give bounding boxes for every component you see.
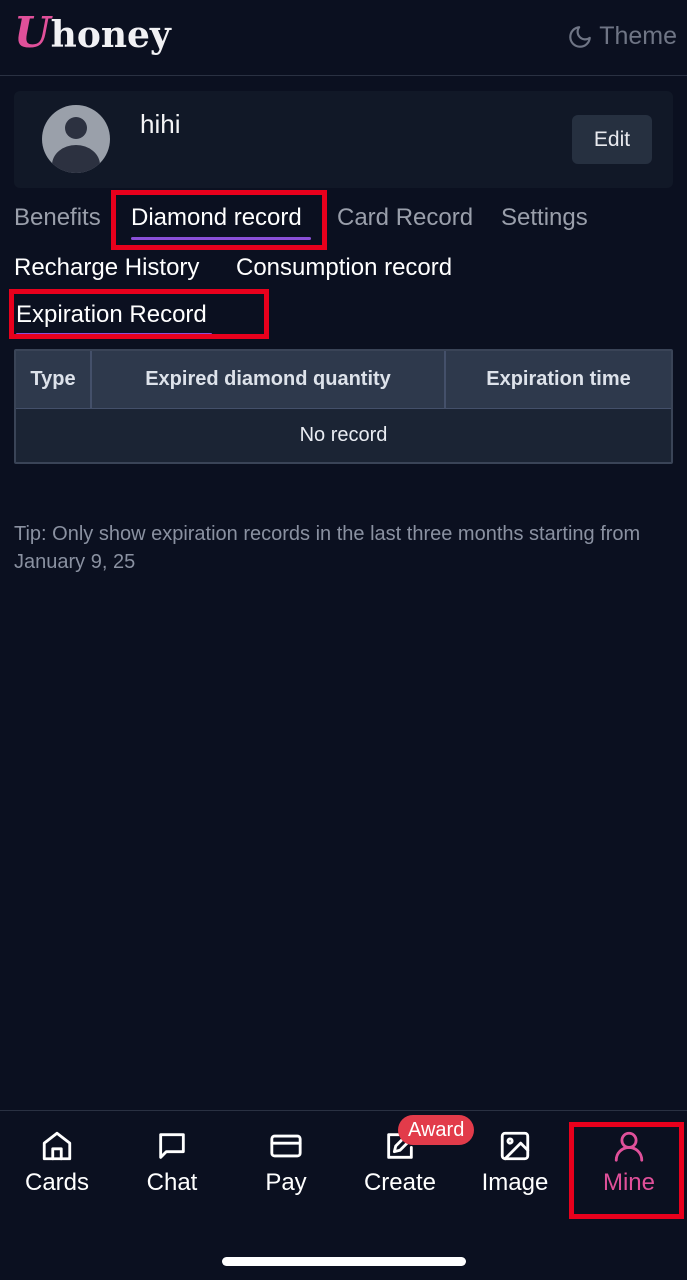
logo-initial: U xyxy=(14,8,51,57)
chat-icon xyxy=(159,1133,185,1159)
card-icon xyxy=(270,1134,302,1158)
avatar[interactable] xyxy=(42,105,110,173)
expiration-table: Type Expired diamond quantity Expiration… xyxy=(14,349,673,464)
moon-icon xyxy=(569,25,592,48)
table-empty-row: No record xyxy=(16,408,671,462)
app-header: U honey Theme xyxy=(0,0,687,76)
profile-card: hihi Edit xyxy=(14,91,673,188)
tip-text: Tip: Only show expiration records in the… xyxy=(14,523,641,573)
column-expired-quantity: Expired diamond quantity xyxy=(92,351,446,408)
tab-settings[interactable]: Settings xyxy=(501,204,588,232)
theme-toggle[interactable]: Theme xyxy=(567,22,677,51)
bottom-nav: Cards Chat Pay Create Image Mine xyxy=(0,1110,687,1280)
subtab-expiration-record[interactable]: Expiration Record xyxy=(16,301,207,329)
tab-diamond-record[interactable]: Diamond record xyxy=(131,204,302,232)
app-logo[interactable]: U honey xyxy=(14,12,171,54)
nav-cards[interactable]: Cards xyxy=(7,1129,107,1209)
edit-profile-button[interactable]: Edit xyxy=(572,115,652,164)
theme-label: Theme xyxy=(599,22,677,50)
nav-label-chat: Chat xyxy=(146,1169,198,1196)
column-expiration-time: Expiration time xyxy=(486,368,631,390)
username: hihi xyxy=(140,109,181,139)
avatar-body xyxy=(52,145,100,173)
home-icon xyxy=(42,1131,72,1161)
user-icon xyxy=(614,1131,644,1162)
avatar-head xyxy=(65,117,87,139)
active-tab-underline xyxy=(131,237,311,240)
nav-label-image: Image xyxy=(481,1169,549,1196)
nav-label-pay: Pay xyxy=(265,1169,307,1196)
nav-mine[interactable]: Mine xyxy=(579,1129,679,1209)
award-badge: Award xyxy=(398,1115,475,1145)
home-indicator xyxy=(222,1257,466,1266)
nav-label-mine: Mine xyxy=(602,1169,656,1196)
nav-image[interactable]: Image xyxy=(465,1129,565,1209)
logo-text: honey xyxy=(50,14,171,56)
image-icon xyxy=(500,1131,530,1161)
nav-pay[interactable]: Pay xyxy=(236,1129,336,1209)
nav-label-create: Create xyxy=(363,1169,437,1196)
table-header: Type Expired diamond quantity Expiration… xyxy=(16,351,671,408)
tab-benefits[interactable]: Benefits xyxy=(14,204,101,232)
nav-label-cards: Cards xyxy=(24,1169,90,1196)
tab-card-record[interactable]: Card Record xyxy=(337,204,473,232)
subtab-recharge-history[interactable]: Recharge History xyxy=(14,254,199,282)
column-type: Type xyxy=(16,351,92,408)
active-subtab-underline xyxy=(16,333,212,335)
nav-chat[interactable]: Chat xyxy=(122,1129,222,1209)
subtab-consumption-record[interactable]: Consumption record xyxy=(236,254,452,282)
